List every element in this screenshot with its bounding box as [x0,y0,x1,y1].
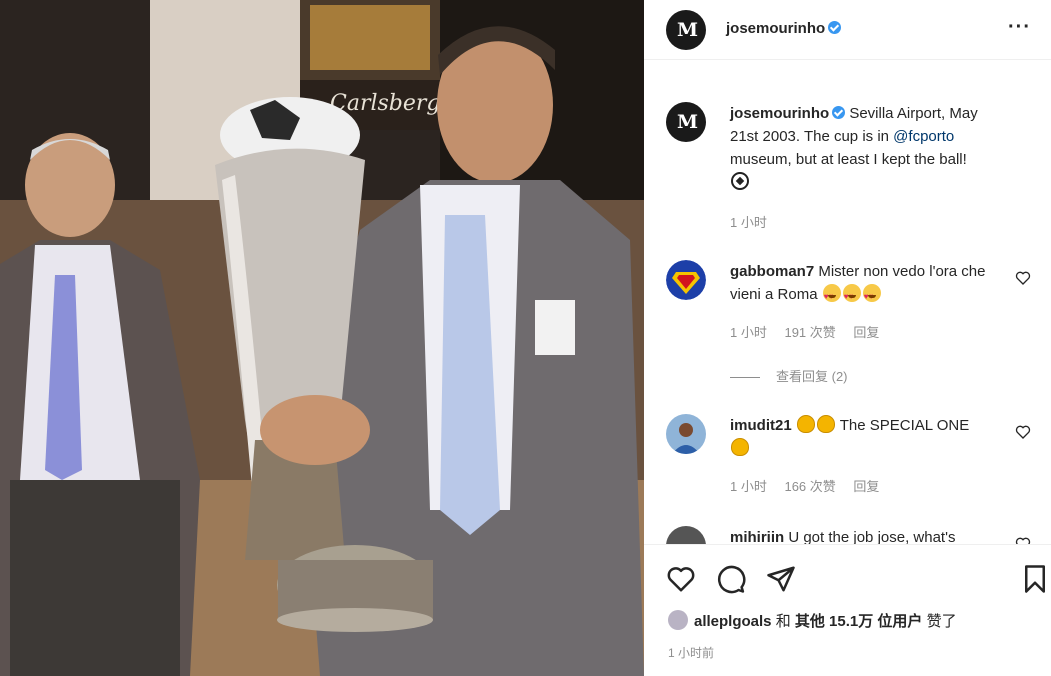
comments-list[interactable]: M josemourinho Sevilla Airport, May 21st… [644,60,1051,545]
likes-others-link[interactable]: 其他 15.1万 位用户 [795,613,923,630]
comment-username[interactable]: gabboman7 [730,263,814,280]
post-photo: Carlsberg [0,0,644,676]
heart-eyes-icon [862,284,881,308]
post-header: M josemourinho ··· [644,0,1051,60]
comment-meta: 1 小时 191 次赞 回复 [730,322,893,341]
comment-body: imudit21 The SPECIAL ONE [730,414,1003,460]
photo-illustration: Carlsberg [0,0,644,676]
share-send-icon[interactable] [766,564,796,594]
comment-time[interactable]: 1 小时 [730,479,767,494]
author-username-text[interactable]: josemourinho [726,20,825,37]
reply-button[interactable]: 回复 [853,479,879,494]
liker-username[interactable]: alleplgoals [694,613,772,630]
comment-likes[interactable]: 191 次赞 [784,325,835,340]
author-avatar[interactable]: M [666,10,706,50]
comment-body: gabboman7 Mister non vedo l'ora che vien… [730,260,1003,308]
superman-avatar-icon [666,260,706,300]
view-replies-label[interactable]: 查看回复 (2) [776,369,848,384]
comment-likes[interactable]: 166 次赞 [784,479,835,494]
replies-divider [730,377,760,379]
comment-text: The SPECIAL ONE [835,417,970,434]
author-username[interactable]: josemourinho [726,20,842,37]
caption-time[interactable]: 1 小时 [730,215,767,230]
clapping-hands-icon [731,438,749,456]
comment-username[interactable]: mihiriin [730,529,784,544]
reply-button[interactable]: 回复 [853,325,879,340]
likes-suffix-text: 赞了 [922,613,957,630]
caption-avatar[interactable]: M [666,102,706,142]
commenter-avatar[interactable] [666,526,706,544]
like-heart-icon[interactable] [666,564,696,594]
commenter-avatar[interactable] [666,260,706,300]
caption-body: josemourinho Sevilla Airport, May 21st 2… [730,102,1003,194]
heart-eyes-icon [842,284,861,308]
post-panel: M josemourinho ··· M josemourinho Sevill… [644,0,1051,676]
caption-meta: 1 小时 [730,212,781,231]
carlsberg-sign: Carlsberg [330,91,441,116]
verified-badge-icon [832,106,846,119]
comment-body: mihiriin U got the job jose, what's [730,526,1003,545]
like-comment-icon[interactable] [1015,270,1031,286]
save-bookmark-icon[interactable] [1020,564,1050,594]
profile-photo-icon [666,414,706,454]
comment-username[interactable]: imudit21 [730,417,792,434]
comment-meta: 1 小时 166 次赞 回复 [730,476,893,495]
like-comment-icon[interactable] [1015,424,1031,440]
soccer-ball-icon [731,172,749,190]
comment-bubble-icon[interactable] [716,564,746,594]
caption-entry: M josemourinho Sevilla Airport, May 21st… [644,102,1051,242]
view-replies-button[interactable]: 查看回复 (2) [730,366,848,385]
liker-avatar[interactable] [668,610,688,630]
clapping-hands-icon [816,415,835,433]
clapping-hands-icon [796,415,815,433]
comment-item: mihiriin U got the job jose, what's [644,526,1051,545]
like-comment-icon[interactable] [1015,536,1031,545]
comment-text: U got the job jose, what's [784,529,956,545]
mention-link[interactable]: @fcporto [893,128,954,145]
post-timestamp[interactable]: 1 小时前 [668,644,714,661]
comment-item: imudit21 The SPECIAL ONE 1 小时 166 次赞 回复 [644,414,1051,544]
caption-username[interactable]: josemourinho [730,105,829,122]
likes-summary: alleplgoals 和 其他 15.1万 位用户 赞了 [668,610,957,631]
more-options-icon[interactable]: ··· [1008,16,1031,39]
verified-badge-icon [828,21,842,34]
heart-eyes-icon [822,284,841,308]
caption-text-2: museum, but at least I kept the ball! [730,151,967,168]
likes-middle-text: 和 [771,613,795,630]
commenter-avatar[interactable] [666,414,706,454]
avatar-letters: M [676,19,698,41]
comment-time[interactable]: 1 小时 [730,325,767,340]
